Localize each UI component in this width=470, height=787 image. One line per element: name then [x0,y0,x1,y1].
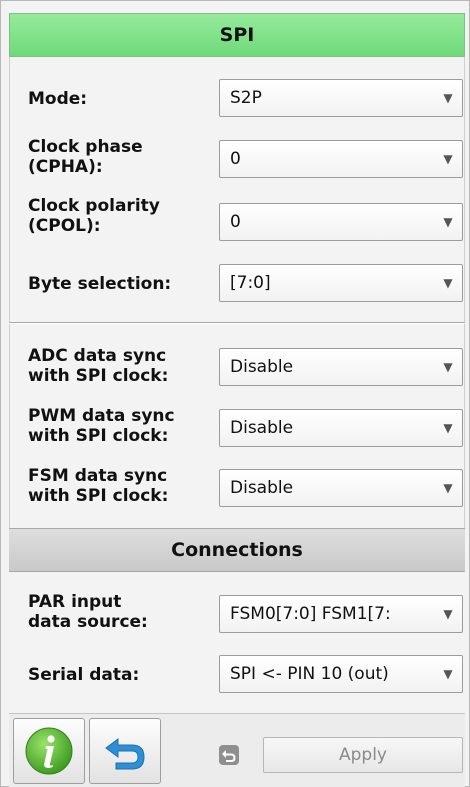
chevron-down-icon: ▼ [443,607,453,621]
spi-section-title: SPI [219,24,255,46]
fsm-sync-select-value: Disable [230,478,294,498]
par-input-select[interactable]: FSM0[7:0] FSM1[7: ▼ [219,595,463,633]
clock-polarity-label: Clock polarity (CPOL): [28,196,160,236]
revert-button[interactable] [217,743,241,767]
byte-selection-select[interactable]: [7:0] ▼ [219,264,463,302]
adc-sync-select-value: Disable [230,357,294,377]
section-divider [9,322,465,324]
chevron-down-icon: ▼ [443,667,453,681]
fsm-sync-select[interactable]: Disable ▼ [219,469,463,507]
chevron-down-icon: ▼ [443,481,453,495]
spi-config-panel: SPI Mode: S2P ▼ Clock phase (CPHA): 0 ▼ … [0,0,470,787]
chevron-down-icon: ▼ [443,276,453,290]
par-input-label: PAR input data source: [28,592,148,632]
serial-data-label: Serial data: [28,665,140,685]
spi-section-header: SPI [9,13,465,57]
fsm-sync-label: FSM data sync with SPI clock: [28,466,169,506]
serial-data-select[interactable]: SPI <- PIN 10 (out) ▼ [219,655,463,693]
byte-selection-select-value: [7:0] [230,273,271,293]
info-icon [25,727,73,775]
connections-section-header: Connections [9,528,465,572]
clock-phase-label: Clock phase (CPHA): [28,137,143,177]
byte-selection-label: Byte selection: [28,274,172,294]
chevron-down-icon: ▼ [443,152,453,166]
undo-button[interactable] [89,718,161,784]
clock-phase-select-value: 0 [230,149,241,169]
adc-sync-select[interactable]: Disable ▼ [219,348,463,386]
apply-button-label: Apply [339,745,387,765]
undo-icon [105,738,145,770]
connections-section-title: Connections [171,539,303,561]
mode-select-value: S2P [230,88,262,108]
adc-sync-label: ADC data sync with SPI clock: [28,346,169,386]
clock-polarity-select-value: 0 [230,212,241,232]
clock-phase-select[interactable]: 0 ▼ [219,140,463,178]
pwm-sync-label: PWM data sync with SPI clock: [28,406,175,446]
par-input-select-value: FSM0[7:0] FSM1[7: [230,604,391,624]
apply-button[interactable]: Apply [263,737,463,773]
pwm-sync-select-value: Disable [230,418,294,438]
revert-icon [219,745,239,765]
pwm-sync-select[interactable]: Disable ▼ [219,409,463,447]
serial-data-select-value: SPI <- PIN 10 (out) [230,664,389,684]
chevron-down-icon: ▼ [443,215,453,229]
chevron-down-icon: ▼ [443,421,453,435]
mode-label: Mode: [28,89,88,109]
mode-select[interactable]: S2P ▼ [219,79,463,117]
chevron-down-icon: ▼ [443,360,453,374]
chevron-down-icon: ▼ [443,91,453,105]
clock-polarity-select[interactable]: 0 ▼ [219,203,463,241]
info-button[interactable] [13,718,85,784]
